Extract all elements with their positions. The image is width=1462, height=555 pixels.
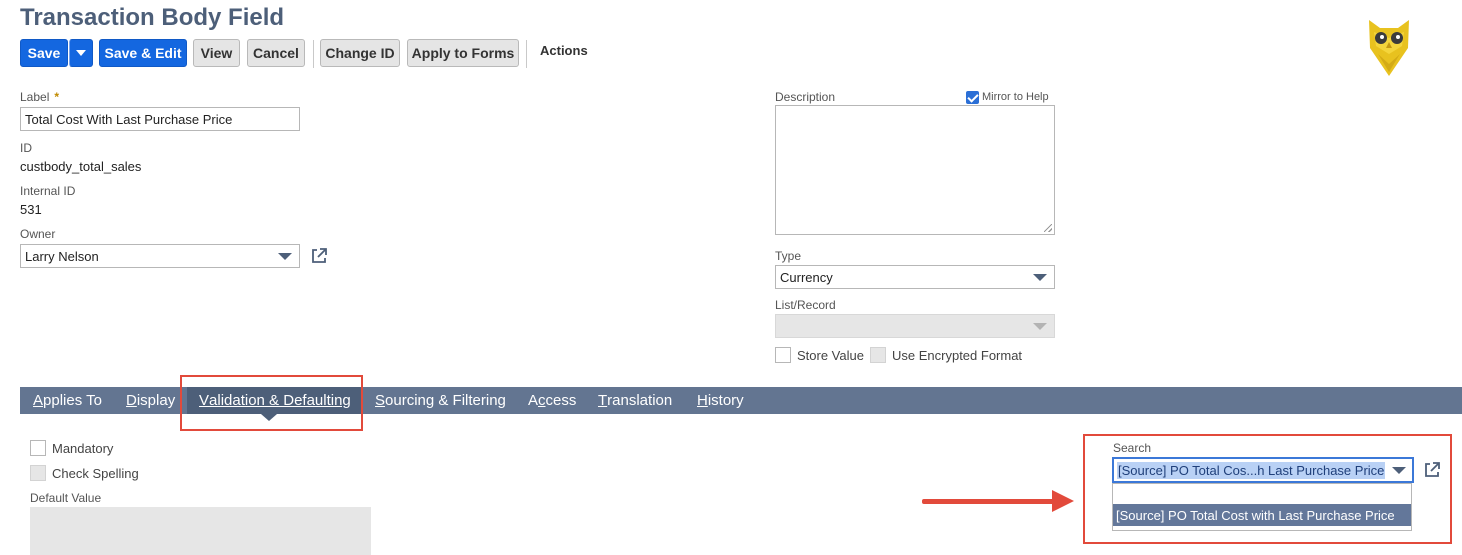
tab-applies-to[interactable]: Applies To [33, 387, 102, 414]
open-external-icon[interactable] [310, 247, 328, 265]
mandatory-checkbox[interactable] [30, 440, 46, 456]
id-label: ID [20, 141, 32, 155]
annotation-highlight-box [1083, 434, 1452, 544]
tab-display[interactable]: Display [126, 387, 175, 414]
apply-to-forms-button[interactable]: Apply to Forms [407, 39, 519, 67]
check-spelling-label: Check Spelling [52, 466, 139, 481]
chevron-down-icon [76, 50, 86, 56]
owl-logo-icon [1369, 20, 1409, 76]
description-label: Description [775, 90, 836, 104]
label-field-label: Label * [20, 90, 60, 104]
list-record-select [775, 314, 1055, 338]
actions-menu[interactable]: Actions [540, 43, 588, 58]
chevron-down-icon [1033, 323, 1047, 330]
required-marker: * [54, 90, 60, 104]
view-button[interactable]: View [193, 39, 240, 67]
annotation-highlight-box [180, 375, 363, 431]
list-record-label: List/Record [775, 298, 836, 312]
use-encrypted-format-label: Use Encrypted Format [892, 348, 1023, 363]
default-value-label: Default Value [30, 491, 102, 505]
owner-select-value: Larry Nelson [25, 248, 99, 264]
toolbar-divider [313, 40, 314, 68]
resize-handle-icon[interactable] [1044, 224, 1052, 232]
cancel-button[interactable]: Cancel [247, 39, 305, 67]
description-textarea[interactable] [775, 105, 1055, 235]
store-value-label: Store Value [797, 348, 864, 363]
mirror-to-help-checkbox[interactable] [966, 91, 979, 104]
id-value: custbody_total_sales [20, 159, 142, 174]
chevron-down-icon [1033, 274, 1047, 281]
page-title: Transaction Body Field [20, 4, 285, 31]
check-spelling-checkbox [30, 465, 46, 481]
type-select[interactable]: Currency [775, 265, 1055, 289]
mandatory-label: Mandatory [52, 441, 114, 456]
tab-history[interactable]: History [697, 387, 744, 414]
annotation-arrow [922, 499, 1057, 504]
tab-sourcing-filtering[interactable]: Sourcing & Filtering [375, 387, 506, 414]
owner-select[interactable]: Larry Nelson [20, 244, 300, 268]
type-select-value: Currency [780, 269, 833, 285]
tab-translation[interactable]: Translation [598, 387, 672, 414]
save-button[interactable]: Save [20, 39, 68, 67]
internal-id-value: 531 [20, 202, 42, 217]
label-input[interactable]: Total Cost With Last Purchase Price [20, 107, 300, 131]
annotation-arrow-head-icon [1052, 490, 1074, 512]
default-value-textarea [30, 507, 371, 555]
save-and-edit-button[interactable]: Save & Edit [99, 39, 187, 67]
store-value-checkbox[interactable] [775, 347, 791, 363]
owner-label: Owner [20, 227, 56, 241]
tab-access[interactable]: Ac cess [528, 387, 576, 414]
toolbar-divider [526, 40, 527, 68]
type-label: Type [775, 249, 802, 263]
use-encrypted-format-checkbox [870, 347, 886, 363]
chevron-down-icon [278, 253, 292, 260]
mirror-to-help-label: Mirror to Help [982, 91, 1049, 103]
internal-id-label: Internal ID [20, 184, 76, 198]
save-options-dropdown-button[interactable] [69, 39, 93, 67]
change-id-button[interactable]: Change ID [320, 39, 400, 67]
